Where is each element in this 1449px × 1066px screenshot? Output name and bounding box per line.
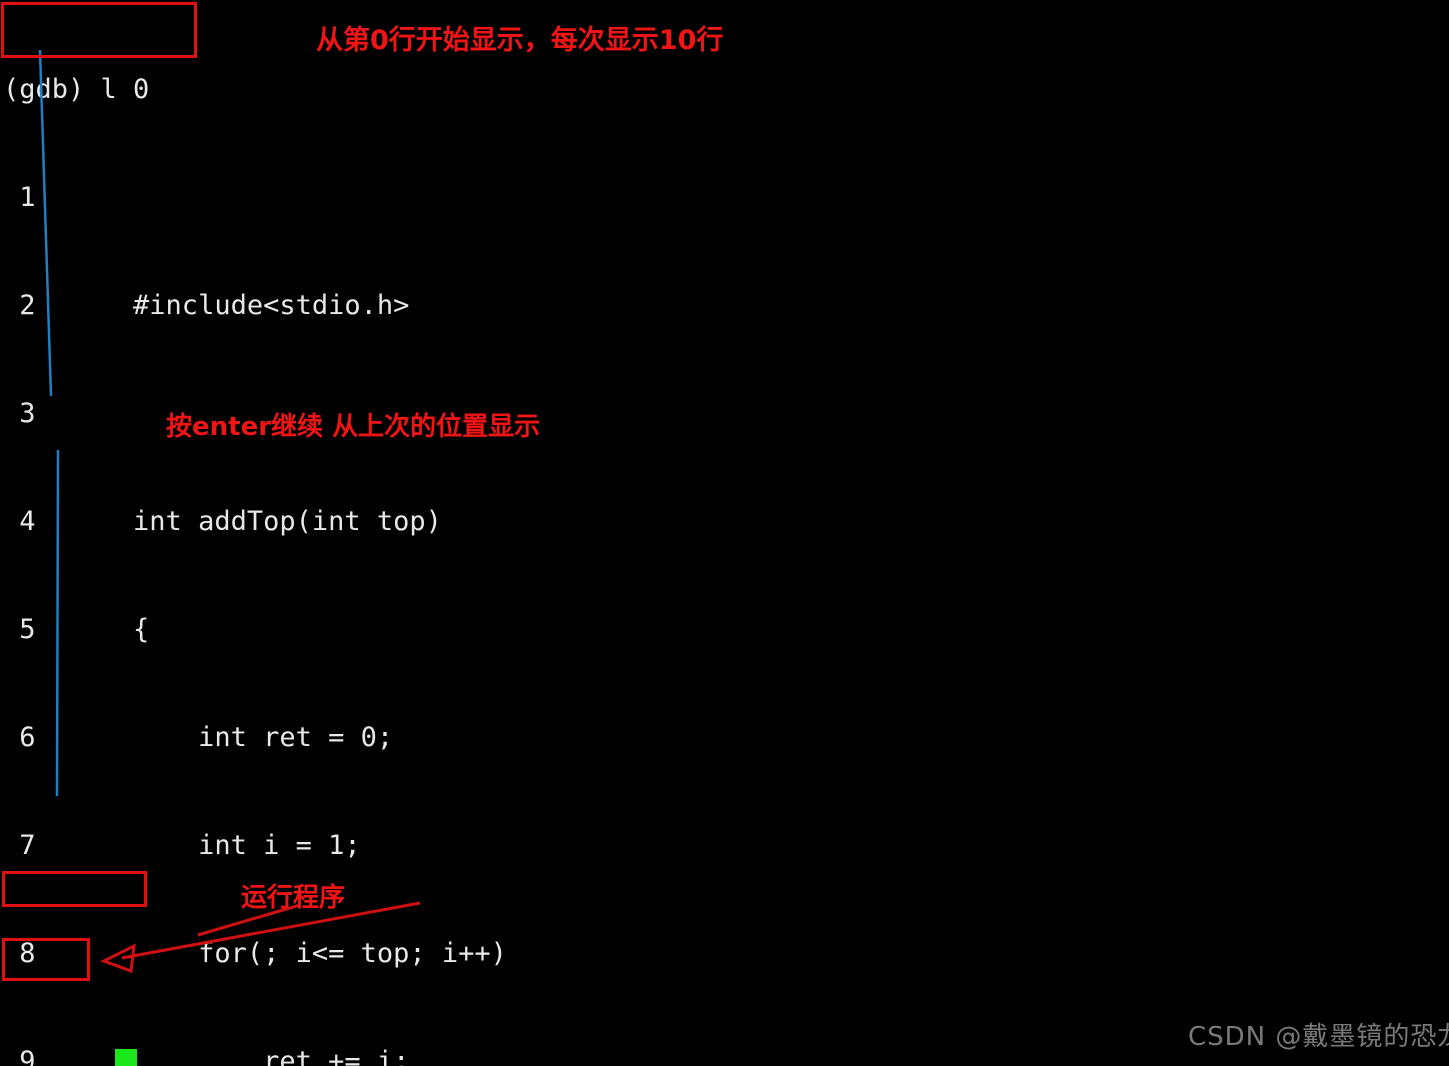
terminal-line: 1 bbox=[3, 182, 36, 213]
terminal-line: 7 int i = 1; bbox=[3, 830, 361, 861]
terminal-cursor bbox=[115, 1049, 137, 1066]
terminal-line: (gdb) l 0 bbox=[3, 74, 150, 105]
annotation-run-program: 运行程序 bbox=[241, 883, 346, 913]
terminal-output[interactable]: (gdb) l 0 1 2 #include<stdio.h> 3 4 int … bbox=[3, 0, 1449, 1066]
terminal-line: 5 { bbox=[3, 614, 150, 645]
terminal-line: 8 for(; i<= top; i++) bbox=[3, 938, 507, 969]
terminal-line: 6 int ret = 0; bbox=[3, 722, 394, 753]
highlight-box-program-result bbox=[2, 938, 90, 981]
terminal-line: 2 #include<stdio.h> bbox=[3, 290, 410, 321]
terminal-line: 4 int addTop(int top) bbox=[3, 506, 442, 537]
csdn-watermark: CSDN @戴墨镜的恐龙 bbox=[1188, 1022, 1449, 1052]
highlight-box-run-command bbox=[2, 871, 147, 907]
highlight-box-list-command bbox=[1, 2, 197, 58]
terminal-screen: (gdb) l 0 1 2 #include<stdio.h> 3 4 int … bbox=[0, 0, 1449, 1066]
annotation-list-start: 从第0行开始显示，每次显示10行 bbox=[316, 25, 724, 56]
annotation-enter-continue: 按enter继续 从上次的位置显示 bbox=[166, 412, 541, 442]
